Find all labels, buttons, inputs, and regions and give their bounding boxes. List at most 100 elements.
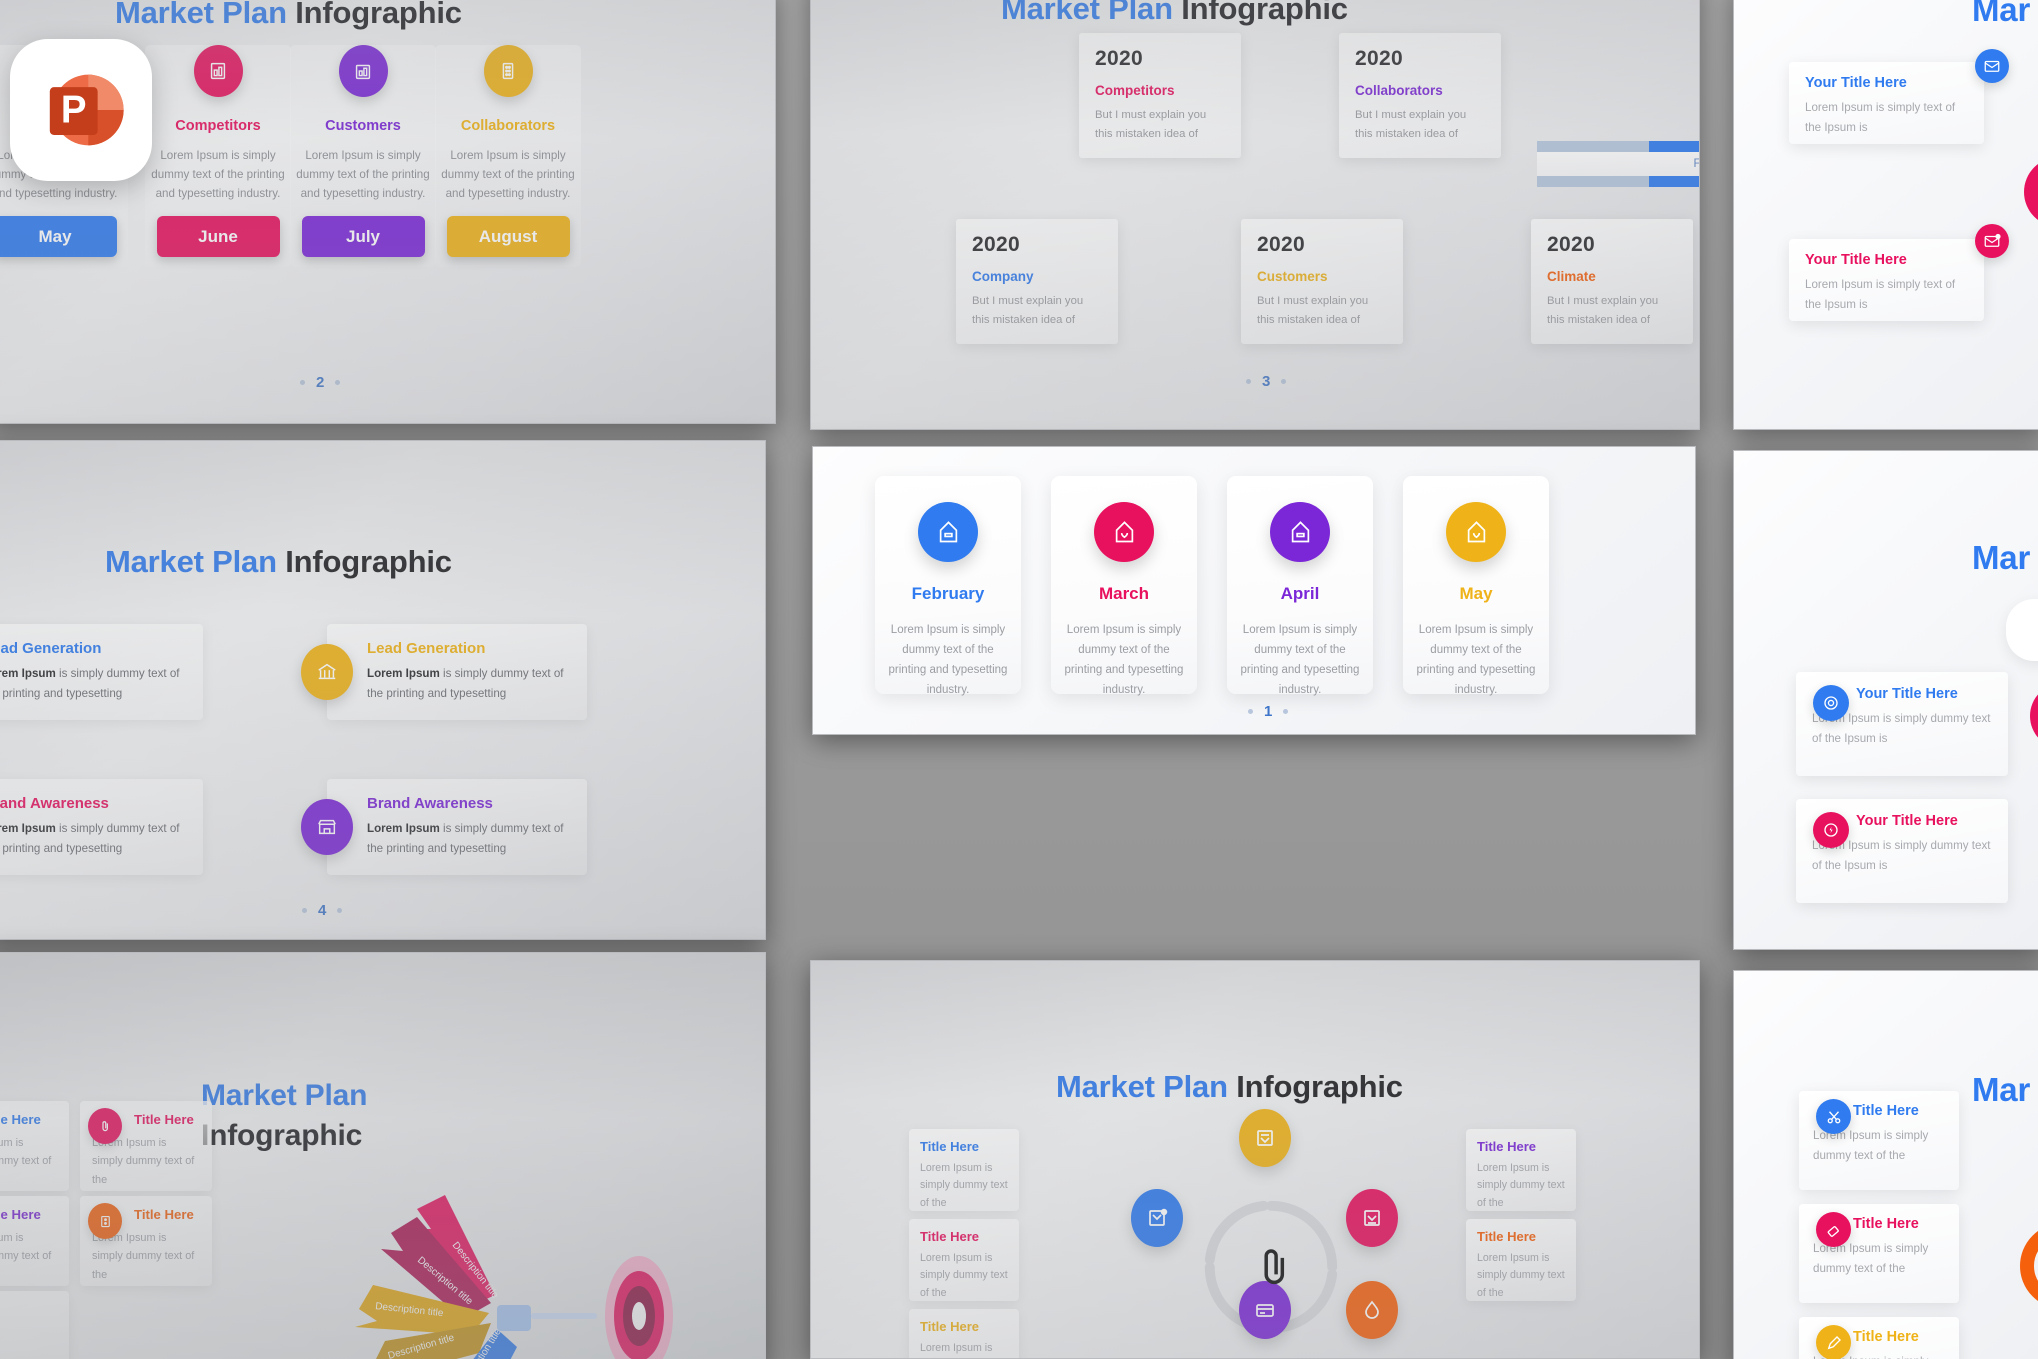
list-item[interactable]: Customers Lorem Ipsum is simply dummy te… [290, 45, 436, 268]
page-dot-next[interactable] [337, 908, 343, 913]
info-card[interactable]: Title Here Lorem Ipsum is simply dummy t… [1466, 1219, 1576, 1301]
feature-card[interactable]: Lead Generation Lorem Ipsum is simply du… [301, 624, 587, 720]
slide-panel-3[interactable]: Market Plan Infographic 2020 Competitors… [810, 0, 1700, 430]
svg-text:P: P [61, 88, 87, 131]
month-card[interactable]: February Lorem Ipsum is simply dummy tex… [875, 476, 1021, 696]
feature-card[interactable]: Title Here Lorem Ipsum is simply dummy t… [0, 1196, 69, 1286]
powerpoint-app-icon[interactable]: P [10, 39, 152, 181]
month-button-july[interactable]: July [301, 216, 425, 258]
card-heading: Lead Generation [367, 640, 486, 657]
list-item[interactable]: Collaborators Lorem Ipsum is simply dumm… [435, 45, 581, 268]
page-dot-prev[interactable] [302, 908, 307, 913]
slide-panel-1-active[interactable]: Market Plan Infographic February Lorem I… [812, 446, 1696, 735]
feature-card[interactable]: Brand Awareness Lorem Ipsum is simply du… [301, 779, 587, 875]
list-item-label: Collaborators [460, 118, 556, 134]
feature-card[interactable]: Title Here Lorem Ipsum is simply dummy t… [0, 1101, 69, 1191]
list-item-description: Lorem Ipsum is simply dummy text of the … [151, 149, 285, 200]
month-button-august[interactable]: August [446, 216, 570, 258]
card-body: But I must explain you this mistaken ide… [1257, 295, 1369, 326]
info-card[interactable]: Title Here Lorem Ipsum is simply dummy t… [1466, 1129, 1576, 1211]
month-card[interactable]: May Lorem Ipsum is simply dummy text of … [1403, 476, 1549, 696]
card-heading: Title Here [920, 1229, 980, 1244]
card-year: 2020 [1355, 47, 1403, 70]
pencil-icon [1816, 1325, 1851, 1359]
month-button-may[interactable]: May [0, 216, 117, 258]
slide-panel-6[interactable]: Market Plan Infographic Title Here Lorem… [0, 952, 766, 1359]
page-title: Market Plan Infographic [1056, 1069, 1403, 1105]
timeline-seg-february [1648, 141, 1699, 152]
card-year: 2020 [1257, 233, 1305, 256]
list-item-description: Lorem Ipsum is simply dummy text of the … [441, 149, 575, 200]
page-dot-next[interactable] [335, 380, 341, 385]
timeline-card[interactable]: 2020 Collaborators But I must explain yo… [1339, 33, 1501, 158]
timeline-card[interactable]: 2020 Customers But I must explain you th… [1241, 219, 1403, 344]
list-item[interactable]: Competitors Lorem Ipsum is simply dummy … [145, 45, 291, 268]
card-year: 2020 [1095, 47, 1143, 70]
page-dot-next[interactable] [1281, 379, 1287, 384]
eraser-icon [1816, 1212, 1851, 1247]
feature-card[interactable]: Title Here Lorem Ipsum is simply dummy t… [80, 1101, 212, 1191]
timeline-labels: February March April May June [1537, 152, 1700, 176]
list-item-label: Competitors [175, 118, 261, 134]
card-heading: Lead Generation [0, 640, 102, 657]
feature-card[interactable]: Brand Awareness Lorem Ipsum is simply du… [0, 779, 203, 875]
slide-panel-right-bottom[interactable]: Mar Title Here Lorem Ipsum is simply dum… [1733, 970, 2038, 1359]
timeline-card[interactable]: 2020 Climate But I must explain you this… [1531, 219, 1693, 344]
page-dot-prev[interactable] [1248, 709, 1253, 714]
slide-panel-4[interactable]: Market Plan Infographic Lead Generation … [0, 440, 766, 940]
info-card[interactable]: Title Here Lorem Ipsum is simply dummy t… [909, 1309, 1019, 1358]
feature-card[interactable]: Title Here Lorem Ipsum is simply dummy t… [80, 1196, 212, 1286]
page-indicator[interactable]: 3 [1246, 373, 1287, 390]
timeline-lead [1537, 141, 1649, 152]
info-card[interactable]: Title Here Lorem Ipsum is simply dummy t… [909, 1219, 1019, 1301]
card-body: Lorem Ipsum is simply text of the Ipsum … [1805, 101, 1956, 134]
card-body: But I must explain you this mistaken ide… [1547, 295, 1659, 326]
card-heading: Competitors [1095, 83, 1175, 98]
timeline-label-february: February [1693, 158, 1700, 170]
slide-panel-right-top[interactable]: Mar Your Title Here Lorem Ipsum is simpl… [1733, 0, 2038, 430]
timeline-card[interactable]: 2020 Competitors But I must explain you … [1079, 33, 1241, 158]
page-indicator[interactable]: 1 [1248, 703, 1289, 720]
list-item-label: Customers [325, 118, 401, 134]
month-card[interactable]: April Lorem Ipsum is simply dummy text o… [1227, 476, 1373, 696]
page-dot-prev[interactable] [300, 380, 305, 385]
timeline-lead-2 [1537, 176, 1649, 187]
card-heading: Brand Awareness [0, 795, 109, 812]
list-icon [88, 1203, 122, 1239]
target-circle-icon [1813, 685, 1849, 721]
scissors-icon [1816, 1099, 1851, 1134]
page-title-partial: Mar [1972, 539, 2031, 576]
card-heading: Title Here [1853, 1103, 1919, 1119]
timeline-card[interactable]: 2020 Company But I must explain you this… [956, 219, 1118, 344]
card-heading: Title Here [1477, 1229, 1537, 1244]
title-rest: Infographic [276, 544, 452, 579]
title-strong: Market Plan [201, 1079, 368, 1112]
card-heading: Collaborators [1355, 83, 1443, 98]
card-body: Lorem Ipsum is simply dummy text of the … [367, 664, 573, 704]
tower-building-icon [483, 45, 533, 97]
home-pin-icon [918, 502, 978, 562]
page-dot-next[interactable] [1283, 709, 1289, 714]
chart-building-icon [193, 45, 243, 97]
slide-panel-5[interactable]: Market Plan Infographic Title Here Lorem… [810, 960, 1700, 1359]
month-button-june[interactable]: June [156, 216, 280, 258]
title-strong: Market Plan [1056, 1069, 1228, 1104]
info-card[interactable]: Your Title Here Lorem Ipsum is simply te… [1789, 62, 1984, 144]
card-heading: Title Here [920, 1319, 980, 1334]
mail-down-icon [1239, 1109, 1291, 1167]
card-body: Lorem Ipsum is simply text of the Ipsum … [1805, 278, 1956, 311]
page-indicator[interactable]: 2 [300, 374, 341, 391]
feature-card[interactable]: Lead Generation Lorem Ipsum is simply du… [0, 624, 203, 720]
slide-panel-right-mid[interactable]: Mar Your Title Here Lorem Ipsum is simpl… [1733, 450, 2038, 950]
card-body: Lorem Ipsum is simply dummy text of the … [0, 664, 189, 704]
month-card[interactable]: March Lorem Ipsum is simply dummy text o… [1051, 476, 1197, 696]
info-card[interactable]: Your Title Here Lorem Ipsum is simply te… [1789, 239, 1984, 321]
card-body: Lorem Ipsum is simply dummy text of the [1477, 1162, 1565, 1209]
page-dot-prev[interactable] [1246, 379, 1251, 384]
card-heading: Your Title Here [1805, 252, 1907, 268]
feature-card[interactable] [0, 1291, 69, 1359]
info-card[interactable]: Title Here Lorem Ipsum is simply dummy t… [909, 1129, 1019, 1211]
page-indicator[interactable]: 4 [302, 902, 343, 919]
card-year: 2020 [1547, 233, 1595, 256]
card-body: But I must explain you this mistaken ide… [972, 295, 1084, 326]
